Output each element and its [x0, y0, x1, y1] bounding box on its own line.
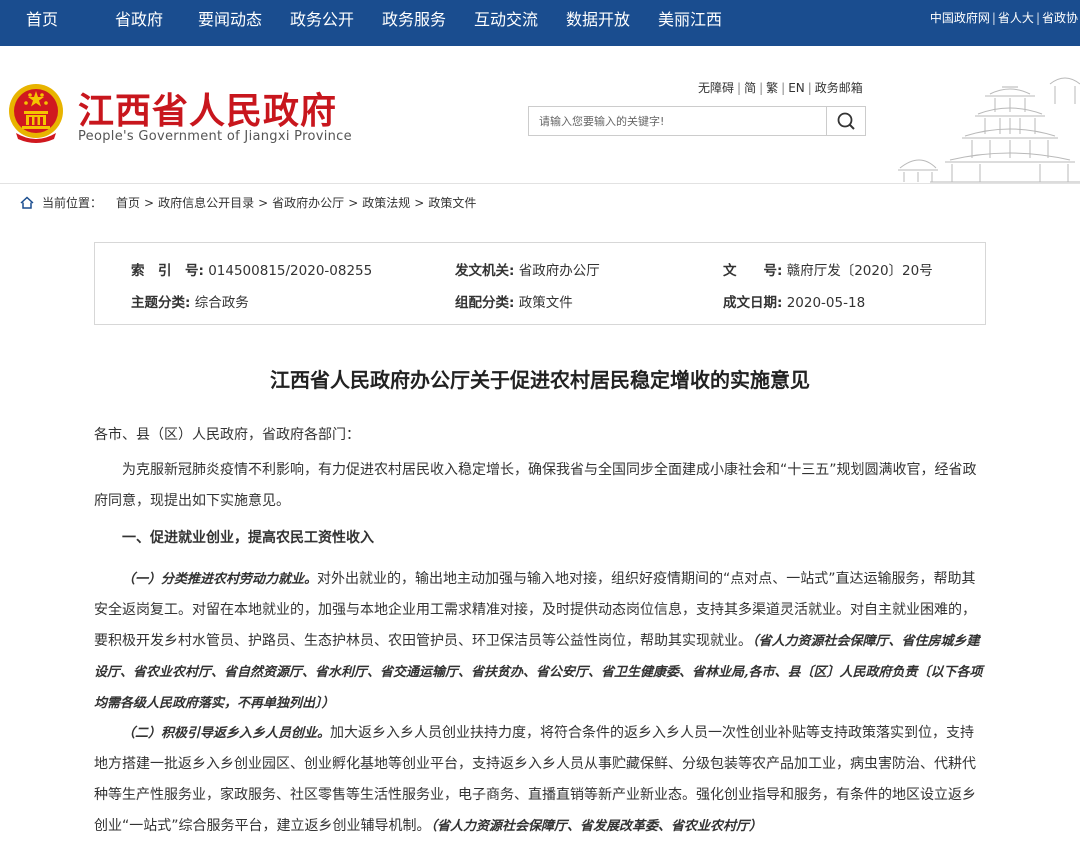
link-gov-mailbox[interactable]: 政务邮箱 [815, 81, 863, 95]
breadcrumb-policy-regulations[interactable]: 政策法规 [362, 196, 410, 210]
meta-index-number: 索 引 号: 014500815/2020-08255 [131, 263, 373, 279]
top-nav-bar: 首页 省政府 要闻动态 政务公开 政务服务 互动交流 数据开放 美丽江西 中国政… [0, 0, 1080, 46]
nav-item-open-data[interactable]: 数据开放 [566, 0, 630, 40]
nav-item-news[interactable]: 要闻动态 [198, 0, 262, 40]
link-english[interactable]: EN [788, 81, 805, 95]
tengwang-pavilion-illustration-icon [898, 77, 1080, 183]
nav-item-gov-services[interactable]: 政务服务 [382, 0, 446, 40]
article-salutation: 各市、县（区）人民政府，省政府各部门： [94, 427, 360, 443]
breadcrumb: 当前位置： 首页 > 政府信息公开目录 > 省政府办公厅 > 政策法规 > 政策文件 [20, 194, 476, 211]
link-traditional[interactable]: 繁 [766, 81, 778, 95]
nav-item-beautiful-jiangxi[interactable]: 美丽江西 [658, 0, 722, 40]
search-input[interactable] [529, 107, 827, 135]
search-button[interactable] [826, 107, 865, 135]
document-metadata-table: 索 引 号: 014500815/2020-08255 发文机关: 省政府办公厅… [94, 242, 986, 325]
header-divider [0, 183, 1080, 184]
search-icon [837, 112, 855, 130]
nav-item-interaction[interactable]: 互动交流 [474, 0, 538, 40]
home-icon [20, 196, 34, 209]
breadcrumb-info-catalog[interactable]: 政府信息公开目录 [158, 196, 254, 210]
nav-item-home[interactable]: 首页 [26, 0, 58, 40]
item-2-body: 加大返乡入乡人员创业扶持力度，将符合条件的返乡入乡人员一次性创业补贴等支持政策落… [94, 725, 976, 834]
site-title[interactable]: 江西省人民政府 [78, 82, 337, 134]
national-emblem-icon [9, 84, 63, 143]
meta-document-number: 文 号: 赣府厅发〔2020〕20号 [723, 263, 933, 279]
item-2-responsible-units: （省人力资源社会保障厅、省发展改革委、省农业农村厅） [430, 819, 763, 834]
link-accessibility[interactable]: 无障碍 [698, 81, 734, 95]
search-box [528, 106, 866, 136]
breadcrumb-general-office[interactable]: 省政府办公厅 [272, 196, 344, 210]
top-right-links: 中国政府网 | 省人大 | 省政协 [929, 11, 1078, 25]
article-intro-paragraph: 为克服新冠肺炎疫情不利影响，有力促进农村居民收入稳定增长，确保我省与全国同步全面… [94, 462, 977, 509]
utility-links: 无障碍 | 简 | 繁 | EN | 政务邮箱 [698, 81, 863, 95]
breadcrumb-label: 当前位置： [42, 196, 103, 210]
link-china-gov[interactable]: 中国政府网 [930, 11, 990, 25]
item-1-heading: （一）分类推进农村劳动力就业。 [122, 572, 318, 587]
site-header: 江西省人民政府 People's Government of Jiangxi P… [0, 46, 1080, 184]
link-provincial-congress[interactable]: 省人大 [998, 11, 1034, 25]
link-provincial-cppcc[interactable]: 省政协 [1042, 11, 1078, 25]
section-heading-1: 一、促进就业创业，提高农民工资性收入 [122, 530, 374, 546]
meta-issuer: 发文机关: 省政府办公厅 [455, 263, 600, 279]
article-paragraph-item-2: （二）积极引导返乡入乡人员创业。加大返乡入乡人员创业扶持力度，将符合条件的返乡入… [94, 718, 986, 842]
meta-written-date: 成文日期: 2020-05-18 [723, 295, 866, 311]
meta-topic-category: 主题分类: 综合政务 [131, 295, 249, 311]
nav-item-province-gov[interactable]: 省政府 [115, 0, 163, 40]
article-title: 江西省人民政府办公厅关于促进农村居民稳定增收的实施意见 [270, 368, 810, 392]
item-2-heading: （二）积极引导返乡入乡人员创业。 [122, 726, 331, 741]
breadcrumb-policy-documents[interactable]: 政策文件 [428, 196, 476, 210]
article-paragraph-item-1: （一）分类推进农村劳动力就业。对外出就业的，输出地主动加强与输入地对接，组织好疫… [94, 564, 986, 719]
site-subtitle: People's Government of Jiangxi Province [78, 129, 352, 144]
link-simplified[interactable]: 简 [744, 81, 756, 95]
breadcrumb-home[interactable]: 首页 [116, 196, 140, 210]
nav-item-gov-affairs-open[interactable]: 政务公开 [290, 0, 354, 40]
meta-group-category: 组配分类: 政策文件 [455, 295, 573, 311]
